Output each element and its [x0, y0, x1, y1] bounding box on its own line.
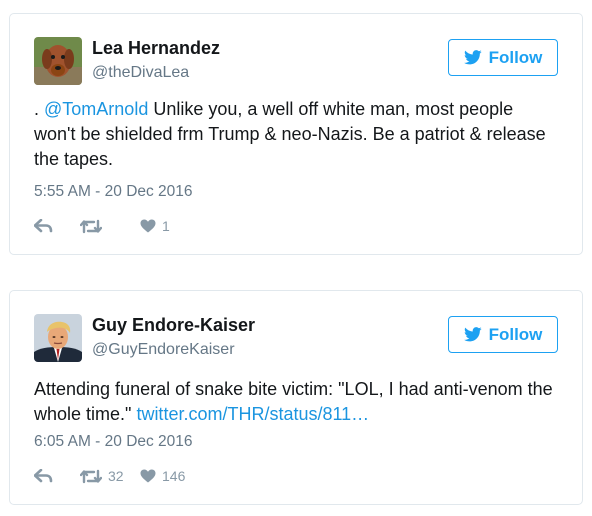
author-name[interactable]: Guy Endore-Kaiser: [92, 315, 255, 336]
follow-label: Follow: [488, 47, 543, 67]
tweet-card: Lea Hernandez @theDivaLea Follow . @TomA…: [9, 13, 583, 255]
like-count: 1: [162, 218, 170, 234]
like-button[interactable]: 1: [140, 218, 200, 234]
tweet-card: Guy Endore-Kaiser @GuyEndoreKaiser Follo…: [9, 290, 583, 505]
like-button[interactable]: 146: [140, 468, 200, 484]
status-link[interactable]: twitter.com/THR/status/811…: [136, 404, 369, 424]
action-bar: 32 146: [34, 468, 200, 484]
retweet-button[interactable]: [80, 219, 140, 234]
author-name[interactable]: Lea Hernandez: [92, 38, 220, 59]
mention-link[interactable]: @TomArnold: [44, 99, 148, 119]
twitter-bird-icon: [463, 50, 482, 65]
avatar[interactable]: [34, 37, 82, 85]
reply-arrow-icon: [34, 469, 53, 483]
tweet-text: Attending funeral of snake bite victim: …: [34, 377, 558, 427]
author-handle[interactable]: @theDivaLea: [92, 64, 189, 82]
action-bar: 1: [34, 218, 200, 234]
reply-button[interactable]: [34, 469, 80, 483]
follow-button[interactable]: Follow: [448, 39, 558, 76]
retweet-count: 32: [108, 468, 124, 484]
reply-button[interactable]: [34, 219, 80, 233]
reply-arrow-icon: [34, 219, 53, 233]
heart-icon: [140, 469, 156, 483]
timestamp[interactable]: 5:55 AM - 20 Dec 2016: [34, 183, 193, 201]
timestamp[interactable]: 6:05 AM - 20 Dec 2016: [34, 433, 193, 451]
avatar[interactable]: [34, 314, 82, 362]
retweet-icon: [80, 219, 102, 234]
follow-button[interactable]: Follow: [448, 316, 558, 353]
tweet-text-prefix: .: [34, 99, 45, 119]
retweet-button[interactable]: 32: [80, 468, 140, 484]
twitter-bird-icon: [463, 327, 482, 342]
author-handle[interactable]: @GuyEndoreKaiser: [92, 341, 235, 359]
retweet-icon: [80, 469, 102, 484]
heart-icon: [140, 219, 156, 233]
like-count: 146: [162, 468, 186, 484]
tweet-text: . @TomArnold Unlike you, a well off whit…: [34, 97, 558, 172]
follow-label: Follow: [488, 324, 543, 344]
